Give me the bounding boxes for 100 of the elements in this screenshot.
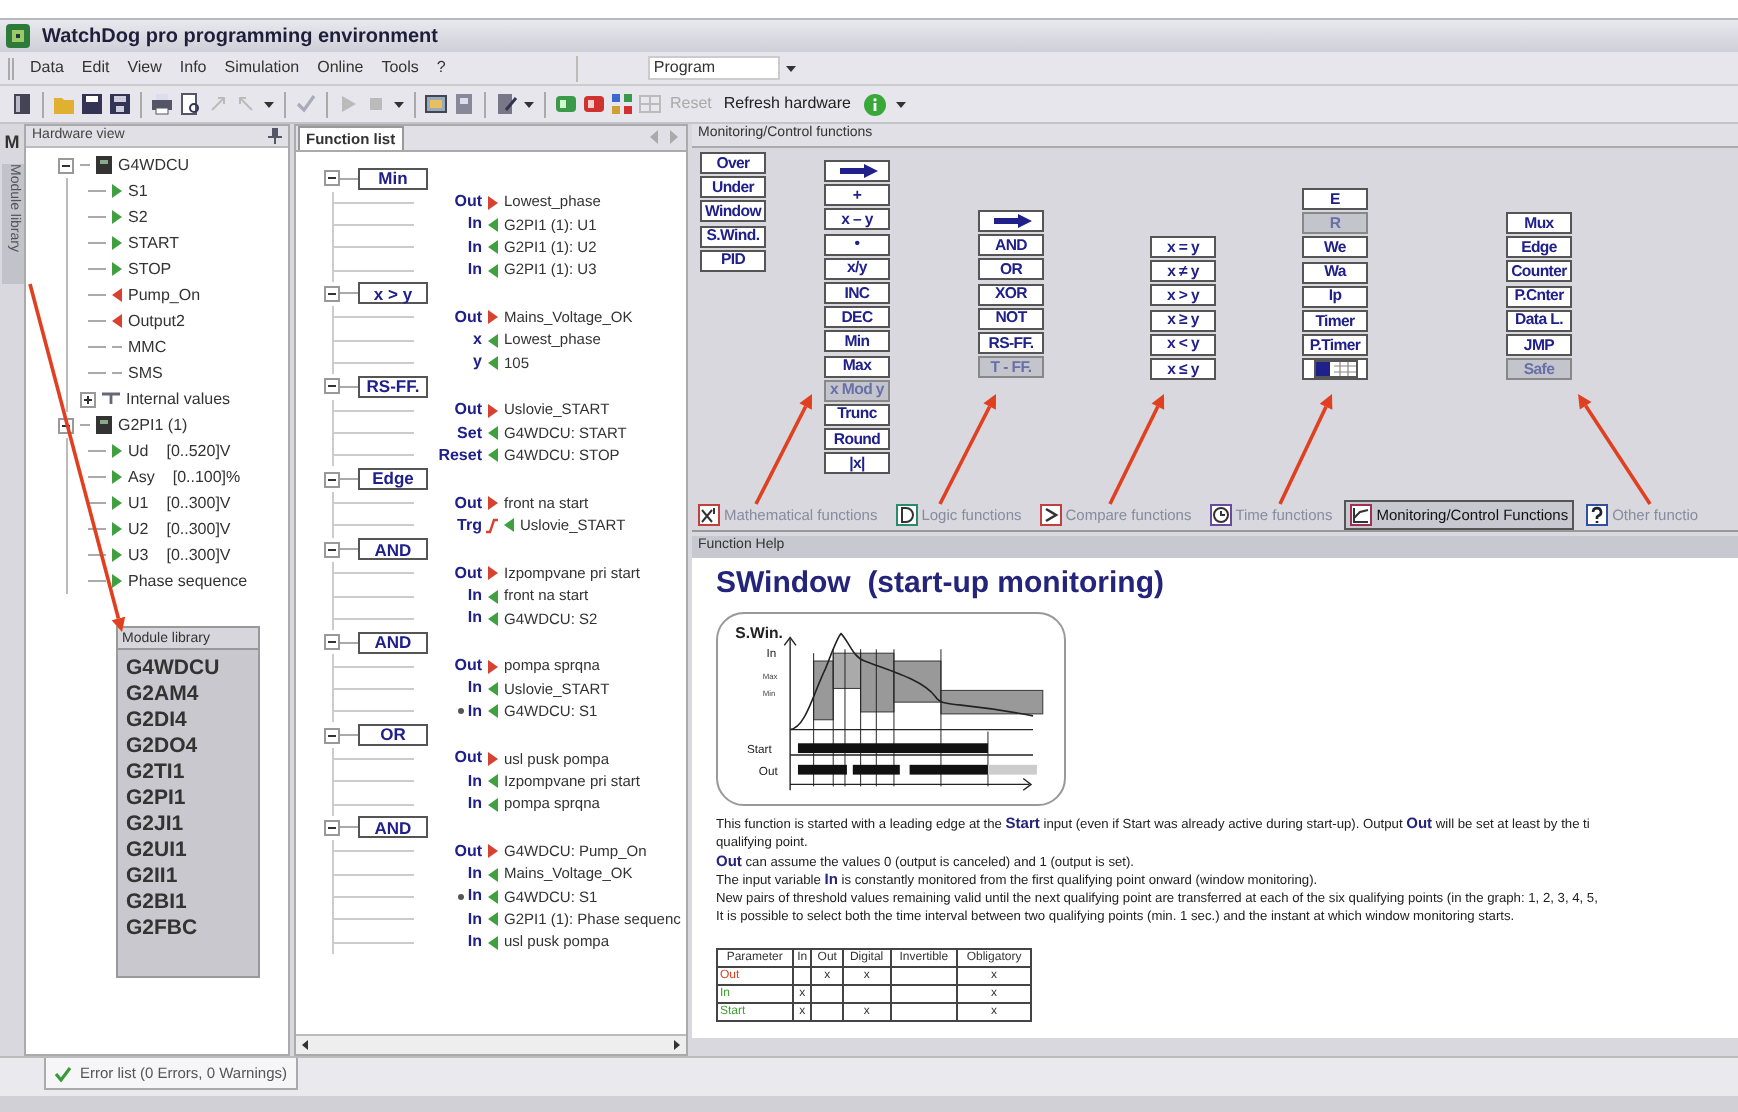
info-icon[interactable] xyxy=(863,93,885,115)
collapse-icon[interactable] xyxy=(324,727,340,744)
tree-label[interactable]: U3 xyxy=(128,543,149,567)
pin-label: In xyxy=(467,610,482,627)
logic-gate-icon xyxy=(895,504,918,526)
mode-dropdown[interactable]: Program xyxy=(647,56,780,80)
pin-label: Reset xyxy=(438,447,482,464)
input-pin-icon xyxy=(112,210,122,224)
tree-label[interactable]: S2 xyxy=(128,205,148,229)
pin-label: Out xyxy=(454,658,482,675)
module-item[interactable]: G2PI1 xyxy=(126,786,250,812)
pin-label: Out xyxy=(454,402,482,419)
function-block[interactable]: Edge xyxy=(358,468,428,491)
tree-label[interactable]: Phase sequence xyxy=(128,569,248,593)
caret-icon[interactable] xyxy=(264,101,274,107)
output-arrow-icon xyxy=(488,403,498,418)
diagram-title: S.Win. xyxy=(735,623,783,642)
calendar-icon xyxy=(1313,360,1357,379)
menu-item[interactable]: ? xyxy=(428,56,454,80)
connect-module-icon[interactable] xyxy=(552,90,580,118)
output-arrow-icon xyxy=(488,566,498,581)
tiles-icon[interactable] xyxy=(608,90,636,118)
input-pin-icon xyxy=(112,574,122,588)
function-block[interactable]: OR xyxy=(358,724,428,747)
module-item[interactable]: G2DO4 xyxy=(126,734,250,760)
module-item[interactable]: G2FBC xyxy=(126,916,250,942)
collapse-icon[interactable] xyxy=(324,285,340,302)
menu-item[interactable]: Tools xyxy=(373,56,427,80)
print-preview-icon[interactable] xyxy=(176,90,204,118)
tree-label[interactable]: Pump_On xyxy=(128,283,201,307)
collapse-icon[interactable] xyxy=(324,634,340,651)
collapse-icon[interactable] xyxy=(324,819,340,836)
menu-item[interactable]: Data xyxy=(22,56,72,80)
right-arrow-icon xyxy=(991,214,1031,228)
menu-item[interactable]: Info xyxy=(171,56,215,80)
assign-function-button[interactable] xyxy=(824,160,890,182)
tree-label[interactable]: SMS xyxy=(128,361,163,385)
tree-label[interactable]: G4WDCU xyxy=(118,153,190,177)
tree-label[interactable]: S1 xyxy=(128,179,148,203)
edit-list-icon[interactable] xyxy=(492,90,520,118)
save-icon[interactable] xyxy=(78,90,106,118)
tree-label[interactable]: U1 xyxy=(128,491,149,515)
horizontal-scrollbar[interactable] xyxy=(296,1034,686,1054)
caret-icon[interactable] xyxy=(895,101,905,107)
tree-label[interactable]: Asy xyxy=(128,465,155,489)
caret-icon[interactable] xyxy=(394,101,404,107)
caret-icon[interactable] xyxy=(785,65,796,71)
pin-icon[interactable] xyxy=(268,128,282,144)
module-item[interactable]: G2UI1 xyxy=(126,838,250,864)
pin-label: Out xyxy=(454,194,482,211)
function-block[interactable]: Min xyxy=(358,167,428,190)
function-block[interactable]: RS-FF. xyxy=(358,375,428,398)
menu-item[interactable]: Simulation xyxy=(216,56,308,80)
collapse-icon[interactable] xyxy=(58,157,74,173)
tree-label[interactable]: G2PI1 (1) xyxy=(118,413,188,437)
module-item[interactable]: G2DI4 xyxy=(126,708,250,734)
printer-icon[interactable] xyxy=(148,90,176,118)
annotation-arrow xyxy=(754,394,812,505)
tree-label[interactable]: MMC xyxy=(128,335,167,359)
menu-item[interactable]: View xyxy=(119,56,170,80)
function-block[interactable]: AND xyxy=(358,816,428,839)
collapse-icon[interactable] xyxy=(324,471,340,488)
module-item[interactable]: G2TI1 xyxy=(126,760,250,786)
function-block[interactable]: AND xyxy=(358,538,428,561)
module-item[interactable]: G2II1 xyxy=(126,864,250,890)
expand-icon[interactable] xyxy=(80,391,96,407)
pin-label: Set xyxy=(457,425,482,442)
menu-item[interactable]: Online xyxy=(309,56,372,80)
monitor-icon[interactable] xyxy=(422,90,450,118)
menu-item[interactable]: Edit xyxy=(73,56,118,80)
refresh-hardware-button[interactable]: Refresh hardware xyxy=(717,92,857,116)
collapse-icon[interactable] xyxy=(324,170,340,187)
tree-label[interactable]: START xyxy=(128,231,179,255)
collapse-icon[interactable] xyxy=(324,541,340,558)
side-tab-letter: M xyxy=(4,130,20,156)
tree-label[interactable]: STOP xyxy=(128,257,172,281)
input-pin-icon xyxy=(112,236,122,250)
book-icon[interactable] xyxy=(8,90,36,118)
function-block[interactable]: x > y xyxy=(358,282,428,305)
module-item[interactable]: G4WDCU xyxy=(126,656,250,682)
tree-label[interactable]: Output2 xyxy=(128,309,185,333)
tree-label[interactable]: Internal values xyxy=(126,387,231,411)
save-all-icon[interactable] xyxy=(106,90,134,118)
check-icon[interactable] xyxy=(292,90,320,118)
module-item[interactable]: G2BI1 xyxy=(126,890,250,916)
pin-label: Out xyxy=(454,565,482,582)
range-label: [0..300]V xyxy=(166,543,231,567)
pin-label: In xyxy=(467,216,482,233)
caret-icon[interactable] xyxy=(524,101,534,107)
table-cell xyxy=(890,1002,958,1021)
calendar-function-button[interactable] xyxy=(1302,358,1368,381)
collapse-icon[interactable] xyxy=(324,378,340,395)
assign-function-button[interactable] xyxy=(978,210,1044,232)
tree-label[interactable]: U2 xyxy=(128,517,149,541)
module-item[interactable]: G2AM4 xyxy=(126,682,250,708)
module-item[interactable]: G2JI1 xyxy=(126,812,250,838)
disconnect-module-icon[interactable] xyxy=(580,90,608,118)
function-block[interactable]: AND xyxy=(358,631,428,654)
pin-label: In xyxy=(467,934,482,951)
tree-label[interactable]: Ud xyxy=(128,439,149,463)
